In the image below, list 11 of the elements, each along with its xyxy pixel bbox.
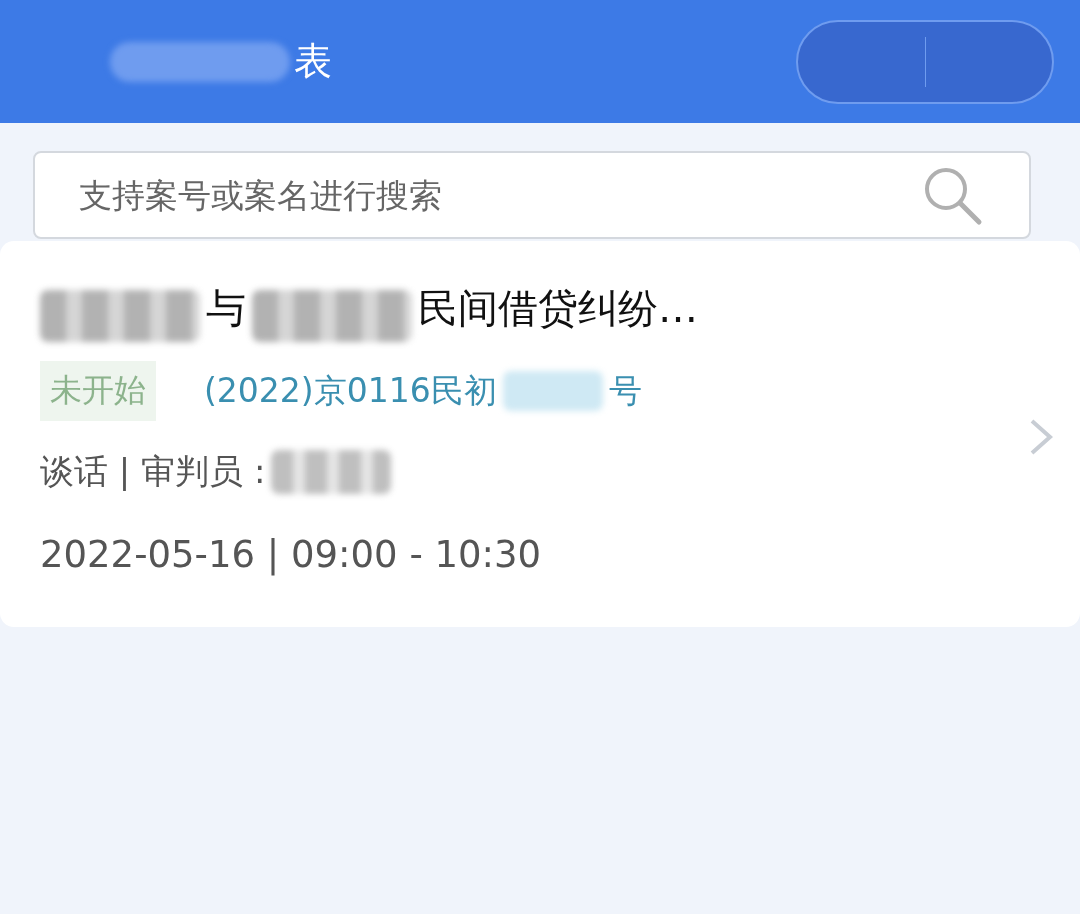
chevron-right-icon <box>1028 417 1054 457</box>
case-title: 与 <box>206 284 246 333</box>
status-tag: 未开始 <box>40 361 156 421</box>
case-number: 号 <box>608 369 642 412</box>
case-card[interactable]: 与 民间借贷纠纷… 未开始 (2022)京0116民初 号 谈话 | 审判员 : 2022-05-16 | 09:00 - 10:30 <box>0 241 1080 627</box>
case-title: 民间借贷纠纷… <box>418 284 698 333</box>
page-title: 表 <box>294 38 332 85</box>
hearing-time: 2022-05-16 | 09:00 - 10:30 <box>40 533 543 576</box>
case-number: (2022)京0116民初 <box>204 369 497 412</box>
search-field[interactable]: 支持案号或案名进行搜索 <box>33 151 1031 239</box>
judge-label: 谈话 | 审判员 : <box>40 450 266 493</box>
